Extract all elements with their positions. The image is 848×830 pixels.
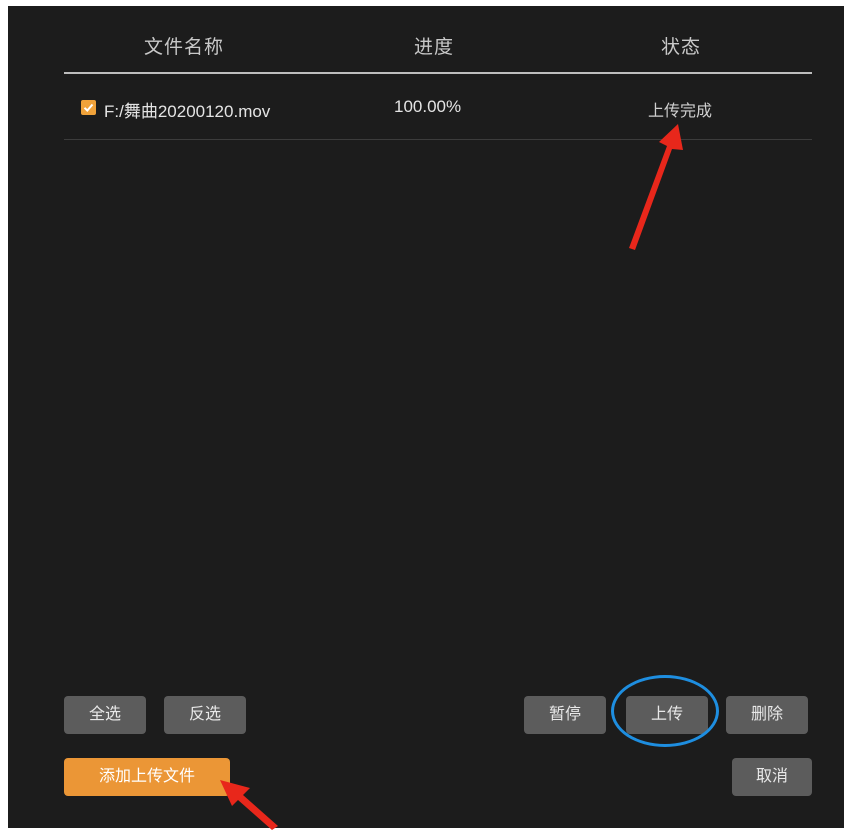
table-row[interactable]: F:/舞曲20200120.mov 100.00% 上传完成 (64, 78, 812, 140)
row-progress: 100.00% (394, 97, 462, 116)
header-status: 状态 (661, 37, 702, 58)
add-upload-file-button[interactable]: 添加上传文件 (64, 758, 230, 796)
upload-dialog: 文件名称 进度 状态 F:/舞曲20200120.mov 100.00% 上传完… (8, 6, 844, 828)
pause-button[interactable]: 暂停 (524, 696, 606, 734)
invert-selection-button[interactable]: 反选 (164, 696, 246, 734)
row-checkbox[interactable] (81, 100, 96, 115)
row-status: 上传完成 (648, 103, 713, 120)
header-progress: 进度 (414, 37, 455, 58)
header-file-name: 文件名称 (144, 37, 225, 58)
upload-button[interactable]: 上传 (626, 696, 708, 734)
row-file-name: F:/舞曲20200120.mov (104, 102, 271, 121)
select-all-button[interactable]: 全选 (64, 696, 146, 734)
checkmark-icon (83, 103, 94, 112)
table-header: 文件名称 进度 状态 (64, 24, 812, 74)
cancel-button[interactable]: 取消 (732, 758, 812, 796)
delete-button[interactable]: 删除 (726, 696, 808, 734)
